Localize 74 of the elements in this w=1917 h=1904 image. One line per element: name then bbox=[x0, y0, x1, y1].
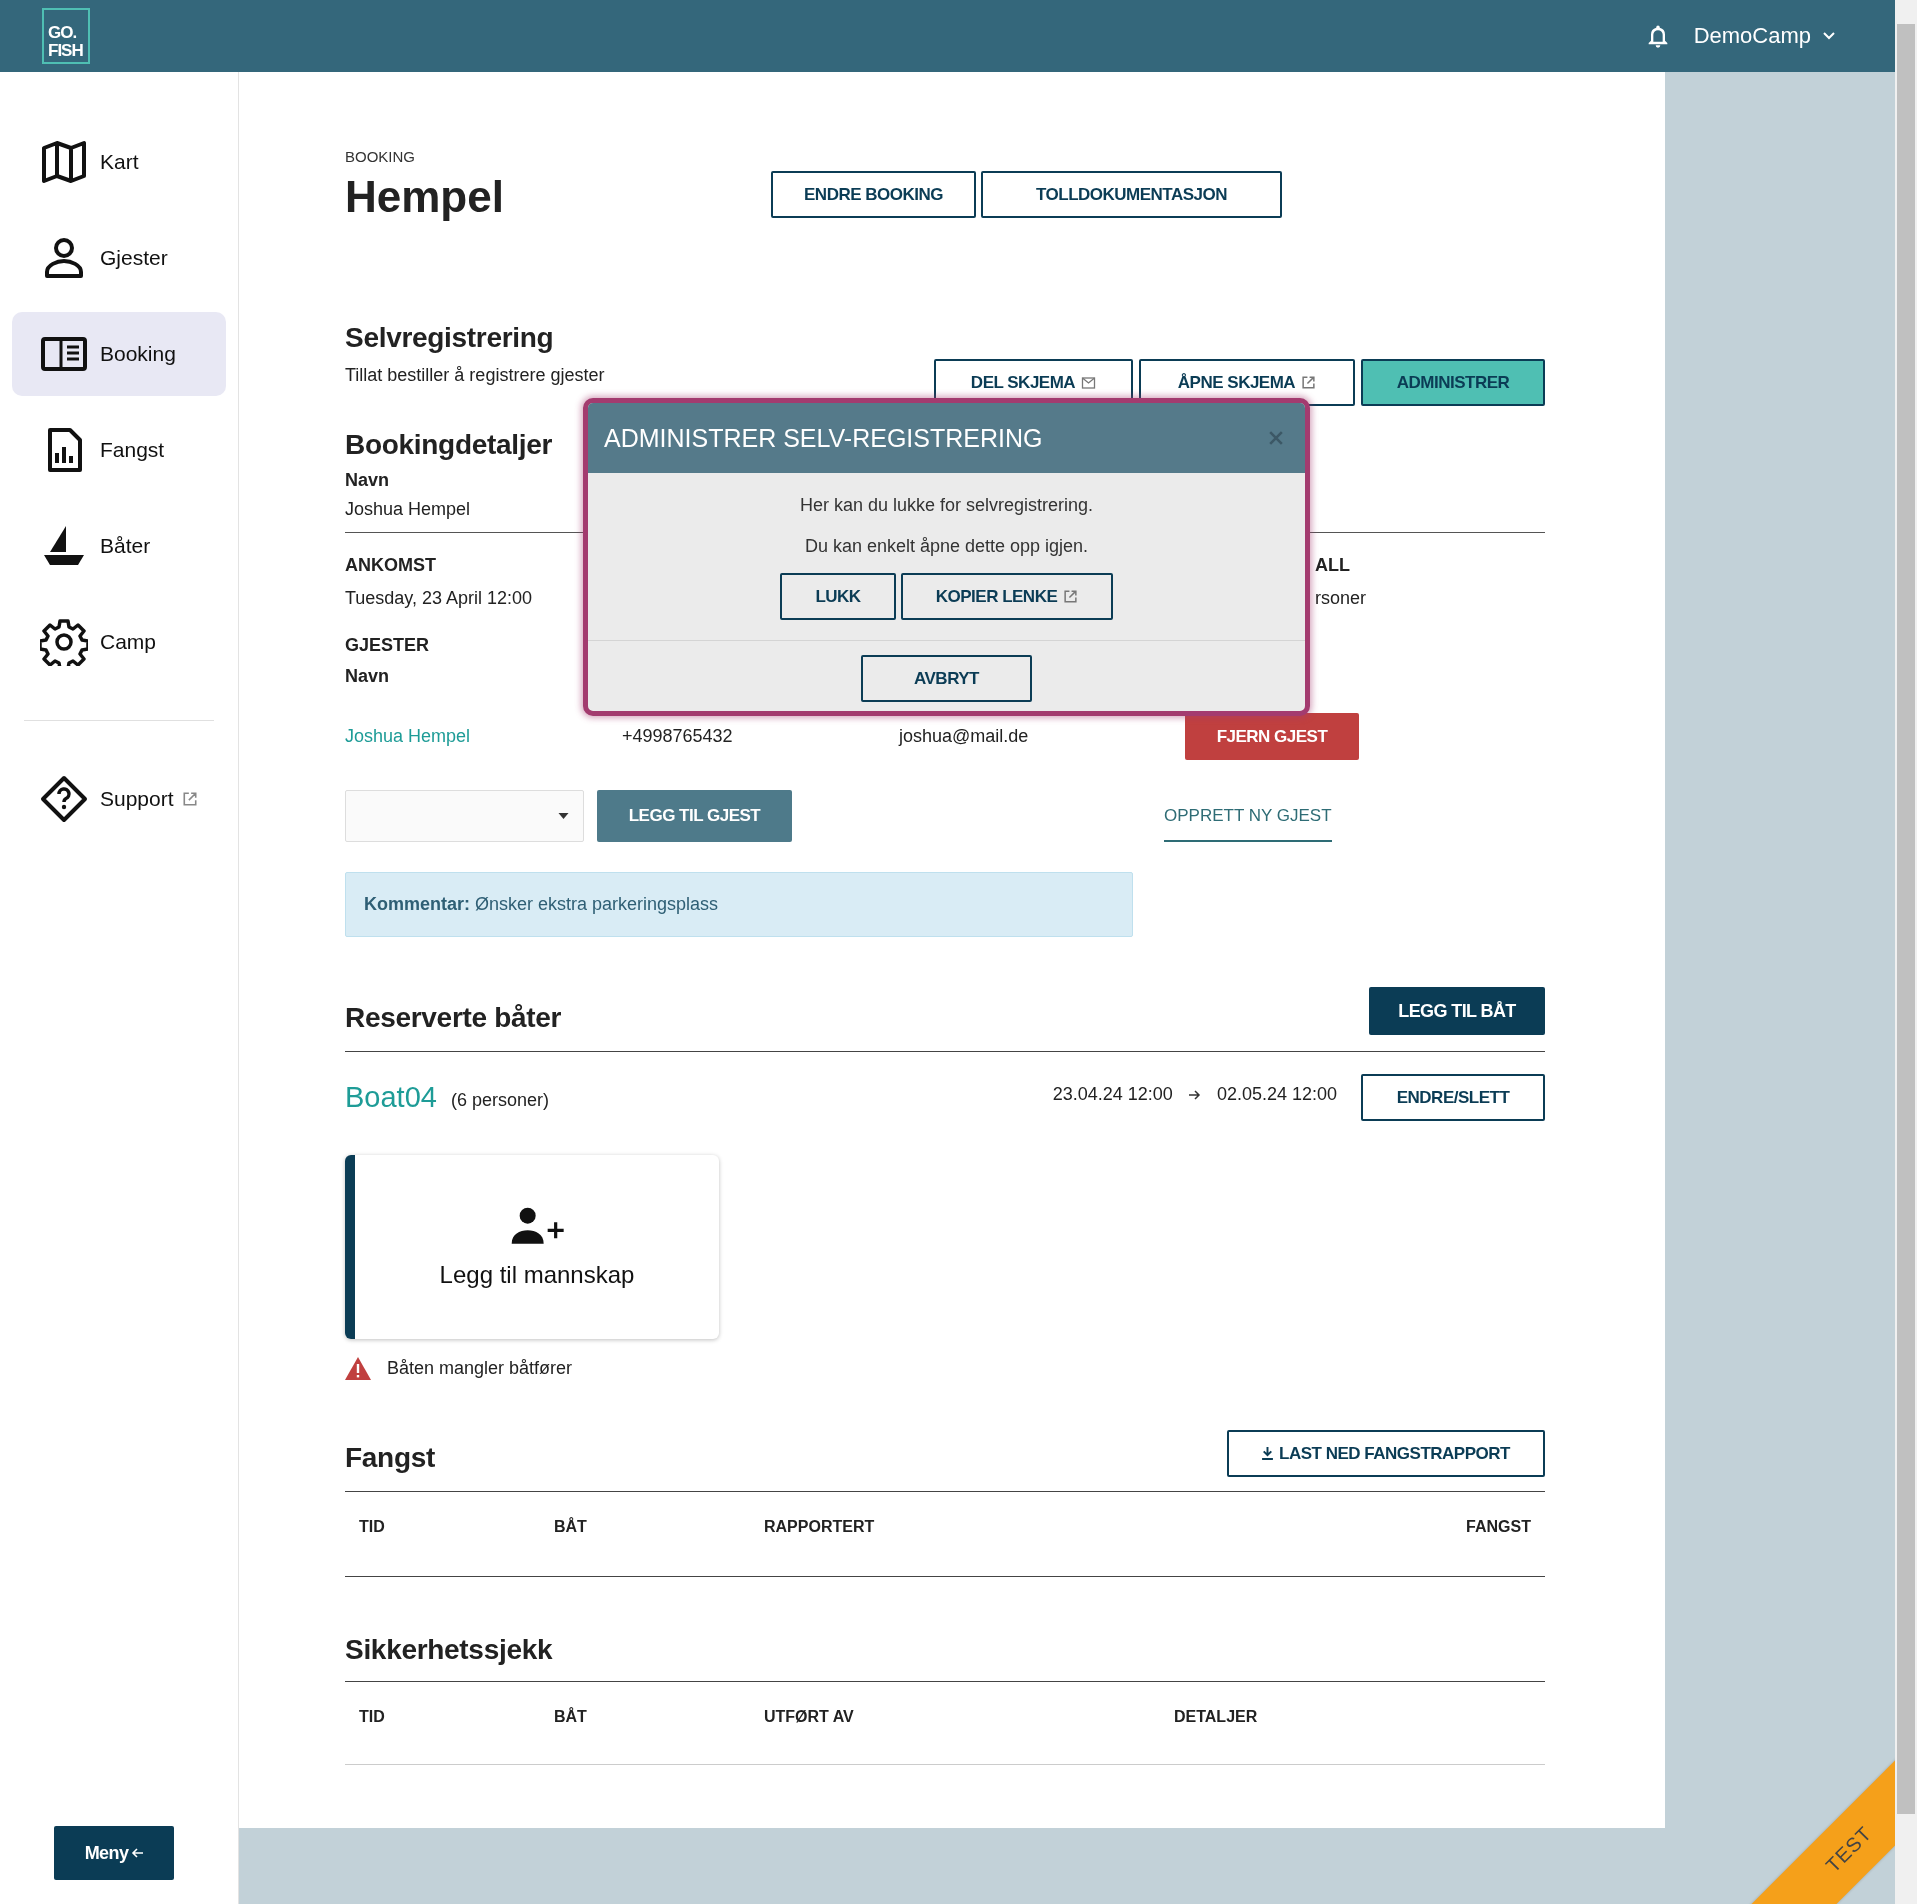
boat-capacity: (6 personer) bbox=[450, 1090, 549, 1111]
column-header: RAPPORTERT bbox=[764, 1518, 876, 1536]
support-link[interactable]: Support bbox=[12, 757, 226, 841]
column-header: Navn bbox=[345, 666, 389, 687]
create-guest-link[interactable]: OPPRETT NY GJEST bbox=[1164, 794, 1332, 842]
sidebar-item[interactable]: Kart bbox=[12, 120, 226, 204]
section-heading: Sikkerhetssjekk bbox=[345, 1633, 554, 1667]
dialog-text: Her kan du lukke for selvregistrering. bbox=[799, 495, 1094, 516]
card-title: Legg til mannskap bbox=[439, 1261, 635, 1289]
breadcrumb: BOOKING bbox=[345, 148, 416, 165]
logo[interactable]: GO. FISH bbox=[42, 8, 90, 64]
account-menu[interactable]: DemoCamp bbox=[1693, 23, 1811, 49]
close-icon[interactable] bbox=[1269, 431, 1283, 445]
comment-text: Kommentar: Ønsker ekstra parkeringsplass bbox=[364, 894, 719, 915]
add-boat-button[interactable]: LEGG TIL BÅT bbox=[1369, 987, 1545, 1035]
action-button[interactable]: TOLLDOKUMENTASJON bbox=[981, 171, 1282, 218]
dialog-button[interactable]: LUKK bbox=[780, 573, 896, 620]
field-label: Navn bbox=[345, 470, 389, 491]
column-header: TID bbox=[359, 1518, 386, 1536]
settings-icon bbox=[40, 618, 88, 666]
menu-button[interactable]: Meny bbox=[54, 1826, 174, 1880]
table-cell-text: +4998765432 bbox=[622, 726, 734, 747]
column-header: BÅT bbox=[554, 1518, 588, 1536]
map-icon bbox=[40, 138, 88, 186]
date-to: 02.05.24 12:00 bbox=[1216, 1084, 1337, 1105]
cancel-button[interactable]: AVBRYT bbox=[861, 655, 1032, 702]
dialog-title: ADMINISTRER SELV-REGISTRERING bbox=[604, 423, 1043, 453]
download-report-button[interactable]: LAST NED FANGSTRAPPORT bbox=[1227, 1430, 1545, 1477]
arrow-left-icon bbox=[131, 1848, 144, 1858]
column-header: UTFØRT AV bbox=[764, 1708, 855, 1726]
sidebar-item[interactable]: Booking bbox=[12, 312, 226, 396]
add-guest-button[interactable]: LEGG TIL GJEST bbox=[597, 790, 792, 842]
field-label: GJESTER bbox=[345, 635, 430, 656]
warning-icon bbox=[345, 1357, 371, 1380]
edit-boat-button[interactable]: ENDRE/SLETT bbox=[1361, 1074, 1545, 1121]
field-value: Joshua Hempel bbox=[345, 499, 471, 520]
section-description: Tillat bestiller å registrere gjester bbox=[345, 365, 605, 386]
page-title: Hempel bbox=[345, 171, 505, 223]
chevron-down-icon[interactable] bbox=[1823, 32, 1835, 40]
remove-guest-button[interactable]: FJERN GJEST bbox=[1185, 713, 1359, 760]
arrow-right-icon bbox=[1188, 1089, 1201, 1100]
help-icon bbox=[40, 775, 88, 823]
form-button[interactable]: ADMINISTRER bbox=[1361, 359, 1545, 406]
section-heading: Reserverte båter bbox=[345, 1001, 562, 1035]
dialog-text: Du kan enkelt åpne dette opp igjen. bbox=[804, 536, 1089, 557]
guest-select[interactable] bbox=[345, 790, 584, 842]
column-header: BÅT bbox=[554, 1708, 588, 1726]
sidebar-item[interactable]: Båter bbox=[12, 504, 226, 588]
sidebar-item[interactable]: Gjester bbox=[12, 216, 226, 300]
field-label: ALL bbox=[1315, 555, 1350, 576]
dialog-button[interactable]: KOPIER LENKE bbox=[901, 573, 1113, 620]
column-header: FANGST bbox=[1465, 1518, 1531, 1536]
external-link-icon bbox=[1063, 589, 1079, 604]
section-heading: Bookingdetaljer bbox=[345, 428, 553, 462]
field-value: Tuesday, 23 April 12:00 bbox=[345, 588, 533, 609]
add-crew-card[interactable]: Legg til mannskap bbox=[345, 1155, 719, 1339]
mail-icon bbox=[1081, 376, 1097, 389]
caret-icon bbox=[558, 813, 569, 819]
external-link-icon bbox=[181, 791, 198, 807]
scrollbar[interactable] bbox=[1895, 0, 1917, 1904]
column-header: TID bbox=[359, 1708, 386, 1726]
action-button[interactable]: ENDRE BOOKING bbox=[771, 171, 976, 218]
warning-text: Båten mangler båtfører bbox=[387, 1358, 573, 1379]
download-icon bbox=[1262, 1447, 1274, 1460]
sidebar-item[interactable]: Camp bbox=[12, 600, 226, 684]
date-from: 23.04.24 12:00 bbox=[1052, 1084, 1173, 1105]
column-header: DETALJER bbox=[1174, 1708, 1259, 1726]
external-link-icon bbox=[1301, 375, 1317, 390]
section-heading: Fangst bbox=[345, 1441, 435, 1475]
table-cell-text: joshua@mail.de bbox=[899, 726, 1030, 747]
section-heading: Selvregistrering bbox=[345, 321, 555, 355]
sidebar-item[interactable]: Fangst bbox=[12, 408, 226, 492]
field-value: rsoner bbox=[1315, 588, 1367, 609]
field-label: ANKOMST bbox=[345, 555, 436, 576]
